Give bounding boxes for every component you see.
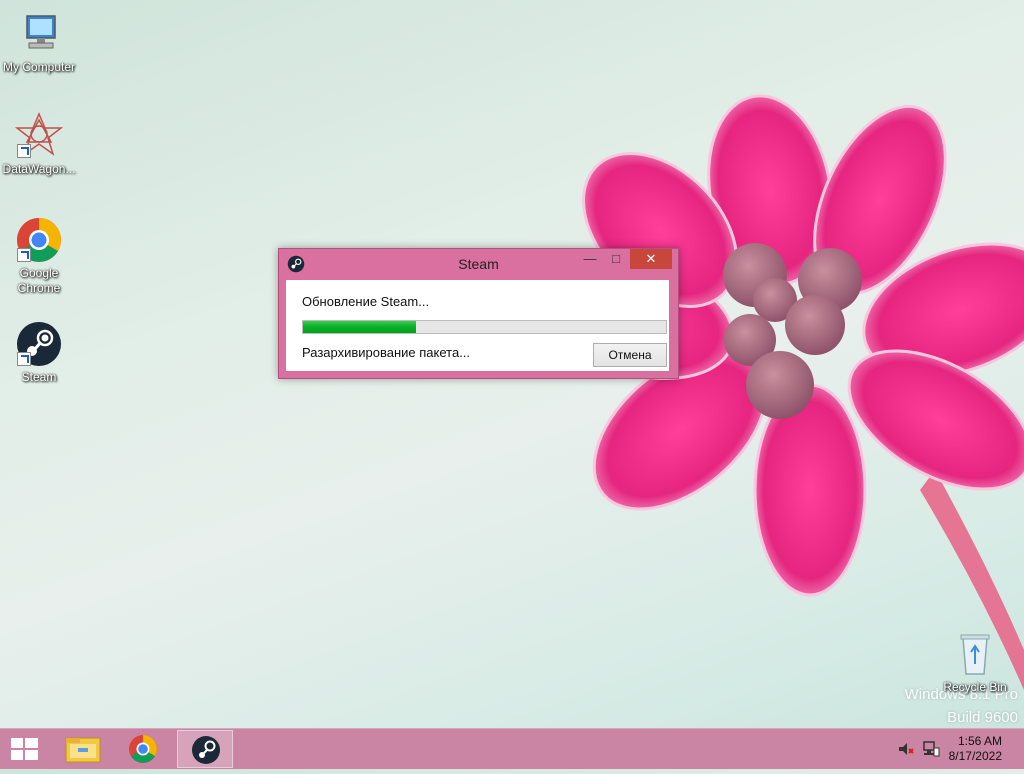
desktop-icon-label: Steam <box>21 370 57 384</box>
computer-icon <box>15 10 63 58</box>
file-explorer-icon <box>65 737 101 763</box>
taskbar-chrome[interactable] <box>115 730 171 768</box>
dialog-titlebar[interactable]: Steam — □ ✕ <box>279 249 678 279</box>
chrome-icon <box>129 735 157 763</box>
progress-fill <box>303 321 416 333</box>
update-progress-bar <box>302 320 667 334</box>
desktop-icon-chrome[interactable]: Google Chrome <box>0 216 78 296</box>
desktop-icon-datawagon[interactable]: DataWagon... <box>0 112 78 177</box>
desktop-icon-label: Google Chrome <box>17 266 61 295</box>
watermark-build: Build 9600 <box>947 709 1018 726</box>
recycle-bin-icon <box>951 630 999 678</box>
windows-logo-icon <box>11 738 38 760</box>
shortcut-arrow-icon <box>17 352 31 366</box>
desktop-icon-label: My Computer <box>2 60 76 74</box>
desktop-icon-recycle-bin[interactable]: Recycle Bin <box>936 630 1014 695</box>
shortcut-arrow-icon <box>17 144 31 158</box>
taskbar-steam[interactable] <box>177 730 233 768</box>
taskbar: 1:56 AM 8/17/2022 <box>0 728 1024 769</box>
update-status-text: Обновление Steam... <box>302 294 430 309</box>
desktop-icon-label: Recycle Bin <box>943 680 1007 694</box>
maximize-button[interactable]: □ <box>603 249 629 269</box>
steam-update-dialog: Steam — □ ✕ Обновление Steam... Разархив… <box>278 248 679 379</box>
close-button[interactable]: ✕ <box>630 249 672 269</box>
start-button[interactable] <box>0 729 48 769</box>
desktop-icon-steam[interactable]: Steam <box>0 320 78 385</box>
unpacking-status-text: Разархивирование пакета... <box>302 345 471 360</box>
datawagon-icon <box>14 112 64 160</box>
network-icon[interactable] <box>922 740 940 758</box>
minimize-button[interactable]: — <box>577 249 603 269</box>
volume-muted-icon[interactable] <box>897 740 915 758</box>
desktop-icon-my-computer[interactable]: My Computer <box>0 10 78 75</box>
taskbar-clock[interactable]: 1:56 AM 8/17/2022 <box>949 734 1002 764</box>
desktop-icon-label: DataWagon... <box>2 162 76 176</box>
chrome-icon <box>15 216 63 264</box>
clock-date: 8/17/2022 <box>948 749 1002 763</box>
steam-icon <box>192 736 220 764</box>
clock-time: 1:56 AM <box>957 734 1002 748</box>
shortcut-arrow-icon <box>17 248 31 262</box>
taskbar-file-explorer[interactable] <box>56 730 112 768</box>
dialog-content: Обновление Steam... Разархивирование пак… <box>286 280 669 371</box>
cancel-button[interactable]: Отмена <box>593 343 667 367</box>
steam-icon <box>15 320 63 368</box>
